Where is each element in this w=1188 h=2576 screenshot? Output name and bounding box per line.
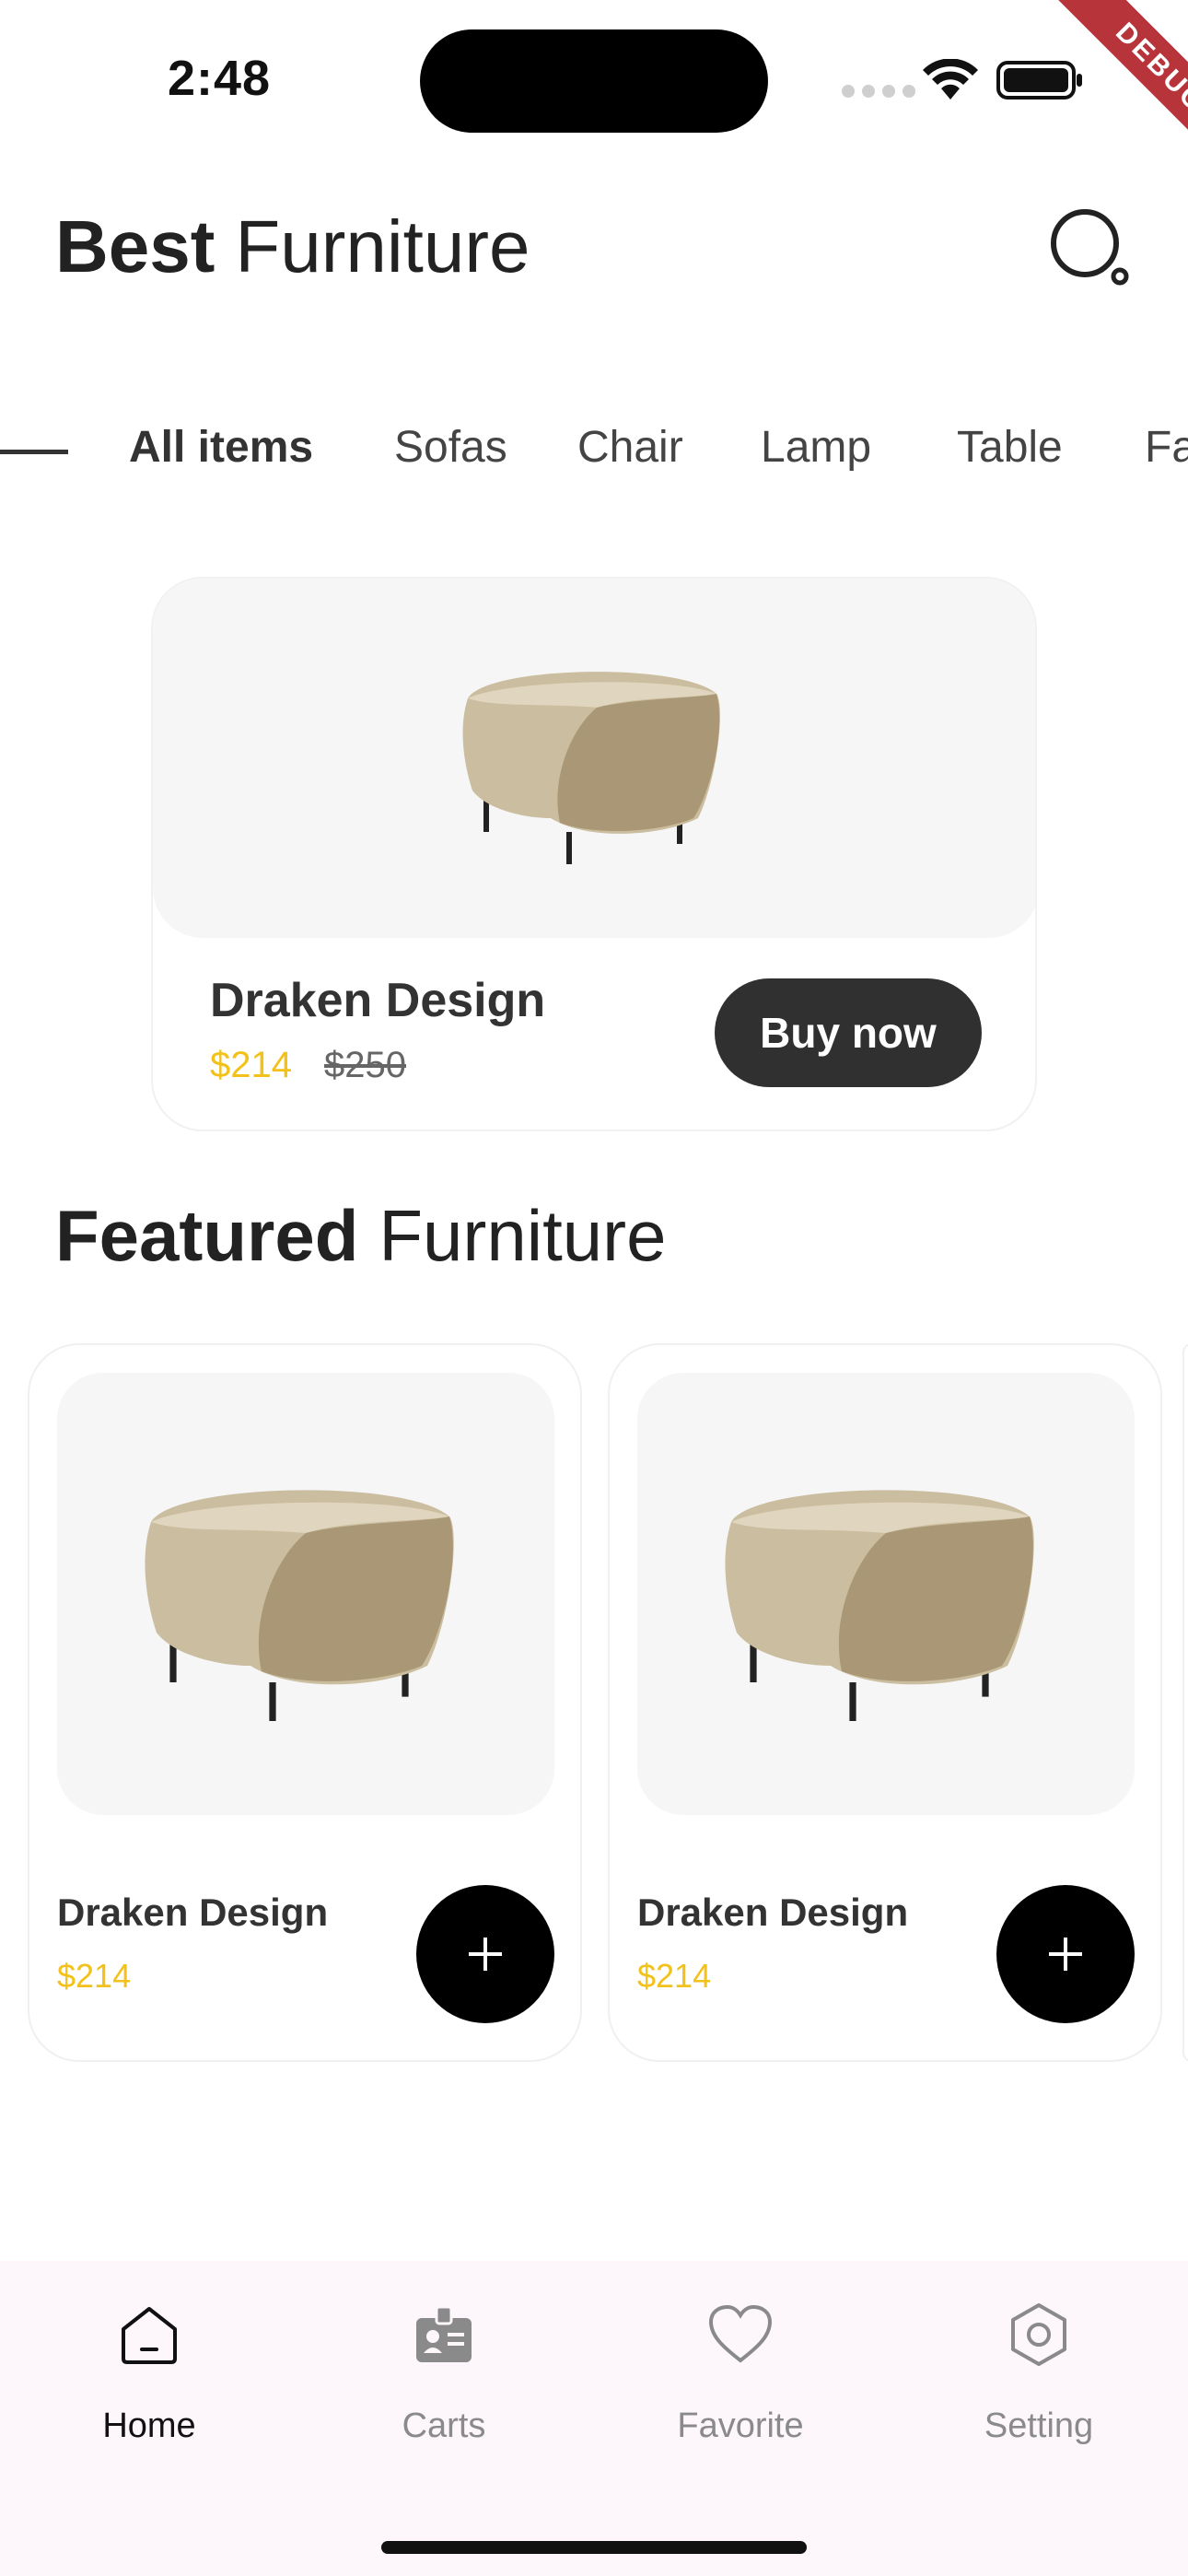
plus-icon [469, 1938, 502, 1971]
featured-title: Featured Furniture [55, 1194, 667, 1278]
nav-carts-label: Carts [402, 2406, 486, 2445]
featured-product-image [57, 1373, 554, 1815]
featured-product-price: $214 [637, 1957, 712, 1995]
wifi-icon [923, 59, 978, 100]
tab-all-items[interactable]: All items [129, 422, 313, 473]
sofa-image [145, 1490, 454, 1721]
featured-title-bold: Featured [55, 1195, 359, 1276]
nav-home[interactable]: Home [48, 2298, 250, 2446]
promo-product-name: Draken Design [210, 974, 546, 1027]
home-indicator [381, 2541, 807, 2554]
nav-favorite-label: Favorite [677, 2406, 804, 2445]
tab-scroll-indicator [0, 450, 68, 454]
bottom-navigation: Home Carts Favorite Setting [0, 2261, 1188, 2576]
featured-card-peek [1182, 1343, 1188, 2062]
search-button[interactable] [1046, 203, 1135, 291]
nav-carts[interactable]: Carts [343, 2298, 545, 2446]
featured-card[interactable]: Draken Design $214 [28, 1343, 582, 2062]
featured-card[interactable]: Draken Design $214 [608, 1343, 1162, 2062]
featured-title-light: Furniture [379, 1195, 667, 1276]
debug-label: DEBUG [1045, 0, 1188, 183]
sofa-image [462, 672, 720, 864]
promo-product-image [153, 579, 1035, 938]
debug-banner: DEBUG [1004, 0, 1188, 184]
tab-lamp[interactable]: Lamp [761, 422, 871, 473]
tab-fa[interactable]: Fa [1145, 422, 1188, 473]
dynamic-island [420, 29, 768, 133]
nav-setting-label: Setting [984, 2406, 1094, 2445]
heart-icon [704, 2298, 777, 2371]
plus-icon [1049, 1938, 1082, 1971]
buy-now-button[interactable]: Buy now [715, 978, 982, 1087]
page-title-bold: Best [55, 205, 215, 287]
cart-badge-icon [407, 2298, 481, 2371]
gear-icon [1002, 2298, 1076, 2371]
promo-card[interactable]: Draken Design $214 $250 Buy now [151, 577, 1037, 1131]
tab-sofas[interactable]: Sofas [394, 422, 507, 473]
sofa-image [725, 1490, 1034, 1721]
search-icon [1051, 209, 1129, 286]
nav-setting[interactable]: Setting [938, 2298, 1140, 2446]
tab-table[interactable]: Table [957, 422, 1063, 473]
nav-home-label: Home [102, 2406, 196, 2445]
nav-favorite[interactable]: Favorite [639, 2298, 842, 2446]
featured-product-price: $214 [57, 1957, 132, 1995]
promo-price: $214 [210, 1045, 292, 1085]
page-title: Best Furniture [55, 205, 530, 289]
featured-product-name: Draken Design [637, 1891, 909, 1934]
page-title-light: Furniture [235, 205, 530, 287]
promo-old-price: $250 [324, 1045, 406, 1085]
featured-product-image [637, 1373, 1135, 1815]
cellular-signal-icon [842, 85, 915, 98]
add-to-cart-button[interactable] [416, 1885, 554, 2023]
tab-chair[interactable]: Chair [577, 422, 683, 473]
add-to-cart-button[interactable] [996, 1885, 1135, 2023]
home-icon [112, 2298, 186, 2371]
status-time: 2:48 [168, 51, 272, 106]
featured-product-name: Draken Design [57, 1891, 329, 1934]
